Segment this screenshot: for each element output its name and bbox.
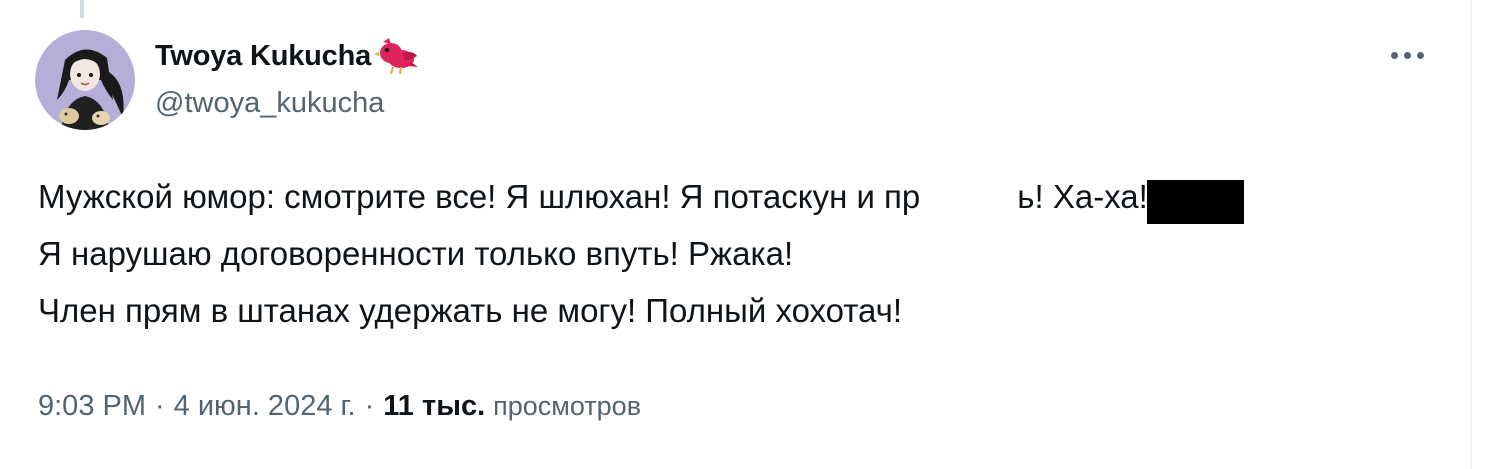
author-name-row[interactable]: Twoya Kukucha [155,36,419,76]
thread-connector-line [80,0,84,18]
tweet-text-line-1-end: ь! Ха-ха! [1017,178,1148,215]
avatar-illustration [35,30,135,130]
tweet-text: Мужской юмор: смотрите все! Я шлюхан! Я … [38,168,1458,339]
tweet-text-line-1-start: Мужской юмор: смотрите все! Я шлюхан! Я … [38,178,921,215]
column-divider [1470,0,1472,469]
more-horizontal-icon-dot [1403,51,1411,59]
tweet-time[interactable]: 9:03 PM [38,390,146,423]
bird-emoji-icon [374,38,419,75]
meta-separator: · [364,389,375,422]
author-handle[interactable]: @twoya_kukucha [155,87,384,120]
redaction-box [1147,180,1244,224]
views-count[interactable]: 11 тыс. [383,390,485,423]
more-horizontal-icon-dot [1416,51,1424,59]
tweet-text-line-3: Член прям в штанах удержать не могу! Пол… [38,292,903,329]
more-options-button[interactable] [1385,40,1429,70]
views-label: просмотров [493,390,642,421]
tweet-text-line-1: Мужской юмор: смотрите все! Я шлюхан! Я … [38,168,1458,225]
tweet-meta: 9:03 PM · 4 июн. 2024 г. · 11 тыс. просм… [38,386,641,426]
avatar[interactable] [35,30,135,130]
tweet-text-line-2: Я нарушаю договоренности только впуть! Р… [38,235,794,272]
tweet-view: Twoya Kukucha @twoya_kukucha Мужской юмо… [0,0,1500,469]
author-display-name[interactable]: Twoya Kukucha [155,40,371,73]
tweet-date[interactable]: 4 июн. 2024 г. [174,390,356,423]
more-horizontal-icon [1390,51,1398,59]
meta-separator: · [155,389,165,422]
